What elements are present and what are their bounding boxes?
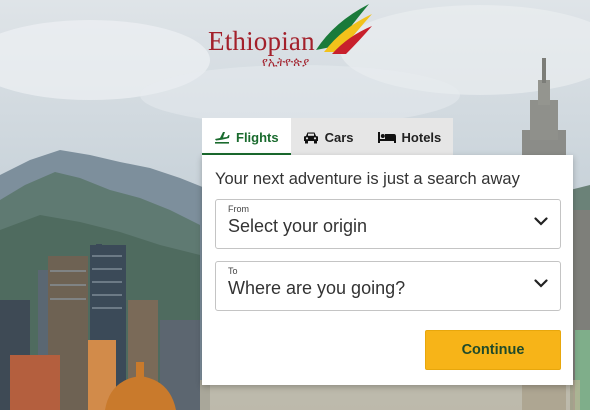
plane-icon bbox=[214, 131, 230, 144]
logo-wordmark: Ethiopian bbox=[208, 26, 315, 56]
search-headline: Your next adventure is just a search awa… bbox=[215, 170, 520, 188]
chevron-down-icon bbox=[534, 217, 548, 226]
origin-field[interactable]: From Select your origin bbox=[215, 199, 561, 249]
flight-search-card: Your next adventure is just a search awa… bbox=[202, 155, 573, 385]
search-tabs: Flights Cars Hotels bbox=[202, 118, 454, 156]
destination-field-value: Where are you going? bbox=[228, 278, 406, 298]
tab-flights[interactable]: Flights bbox=[202, 118, 291, 156]
ethiopian-logo[interactable]: Ethiopian የኢትዮጵያ bbox=[206, 2, 376, 70]
car-icon bbox=[303, 131, 319, 144]
tab-cars[interactable]: Cars bbox=[290, 118, 366, 156]
tab-hotels-label: Hotels bbox=[401, 129, 442, 145]
continue-button[interactable]: Continue bbox=[425, 330, 561, 370]
destination-field-label: To bbox=[228, 266, 238, 276]
logo-amharic-text: የኢትዮጵያ bbox=[262, 55, 310, 69]
origin-field-value: Select your origin bbox=[228, 216, 368, 236]
tab-flights-label: Flights bbox=[236, 129, 279, 145]
tab-cars-label: Cars bbox=[324, 129, 354, 145]
bed-icon bbox=[377, 131, 396, 143]
origin-field-label: From bbox=[228, 204, 249, 214]
chevron-down-icon bbox=[534, 279, 548, 288]
tab-hotels[interactable]: Hotels bbox=[365, 118, 454, 156]
destination-field[interactable]: To Where are you going? bbox=[215, 261, 561, 311]
logo-wing-icon bbox=[316, 4, 372, 54]
